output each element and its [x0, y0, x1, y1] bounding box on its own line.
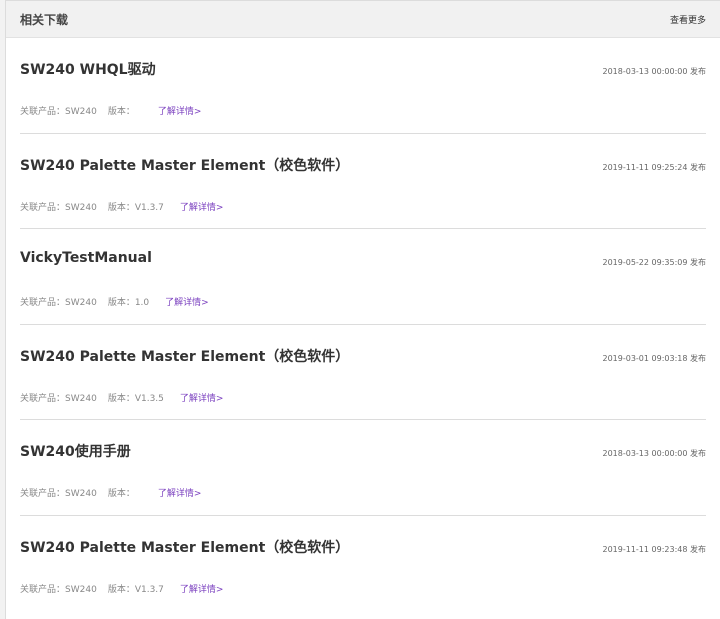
download-title[interactable]: VickyTestManual — [20, 250, 152, 266]
publish-date: 2019-11-11 09:25:24 发布 — [602, 162, 706, 173]
product-value: SW240 — [65, 298, 97, 308]
detail-link[interactable]: 了解详情> — [165, 295, 209, 308]
product-value: SW240 — [65, 584, 97, 595]
download-item: SW240使用手册 2018-03-13 00:00:00 发布 关联产品： S… — [20, 420, 706, 516]
product-prefix: 关联产品： — [20, 584, 66, 595]
publish-date: 2019-03-01 09:03:18 发布 — [602, 353, 706, 364]
version-prefix: 版本： — [107, 298, 135, 308]
download-meta: 关联产品： SW240 版本： 了解详情> — [20, 486, 201, 499]
publish-suffix: 发布 — [690, 67, 706, 76]
related-downloads-panel: 相关下载 查看更多 SW240 WHQL驱动 2018-03-13 00:00:… — [5, 0, 720, 619]
panel-title: 相关下载 — [20, 12, 69, 27]
view-more-link[interactable]: 查看更多 — [670, 13, 706, 26]
product-value: SW240 — [65, 393, 97, 404]
publish-suffix: 发布 — [690, 258, 706, 267]
version-value: V1.3.5 — [134, 393, 164, 404]
publish-suffix: 发布 — [690, 162, 706, 172]
download-item: SW240 WHQL驱动 2018-03-13 00:00:00 发布 关联产品… — [20, 38, 706, 134]
publish-suffix: 发布 — [690, 544, 706, 554]
detail-link[interactable]: 了解详情> — [180, 200, 224, 213]
download-meta: 关联产品： SW240 版本： V1.3.7 了解详情> — [20, 200, 223, 213]
product-prefix: 关联产品： — [20, 107, 66, 117]
version-prefix: 版本： — [107, 393, 135, 404]
publish-date-value: 2019-03-01 09:03:18 — [602, 353, 690, 363]
publish-date: 2019-05-22 09:35:09 发布 — [602, 257, 706, 268]
publish-date-value: 2019-05-22 09:35:09 — [602, 258, 690, 267]
detail-link[interactable]: 了解详情> — [158, 104, 202, 117]
download-item: VickyTestManual 2019-05-22 09:35:09 发布 关… — [20, 229, 706, 325]
product-prefix: 关联产品： — [20, 489, 66, 499]
publish-date-value: 2018-03-13 00:00:00 — [602, 67, 690, 76]
detail-link[interactable]: 了解详情> — [158, 486, 202, 499]
publish-suffix: 发布 — [690, 449, 706, 458]
product-prefix: 关联产品： — [20, 202, 66, 213]
detail-link[interactable]: 了解详情> — [180, 582, 224, 595]
publish-date-value: 2018-03-13 00:00:00 — [602, 449, 690, 458]
version-prefix: 版本： — [107, 202, 135, 213]
version-prefix: 版本： — [107, 489, 135, 499]
version-value: V1.3.7 — [134, 584, 164, 595]
version-prefix: 版本： — [107, 584, 135, 595]
download-item: SW240 Palette Master Element（校色软件） 2019-… — [20, 134, 706, 229]
publish-date: 2018-03-13 00:00:00 发布 — [602, 448, 706, 459]
version-value: V1.3.7 — [134, 202, 164, 213]
publish-date: 2019-11-11 09:23:48 发布 — [602, 544, 706, 555]
product-value: SW240 — [65, 489, 97, 499]
download-item: SW240 Palette Master Element（校色软件） 2019-… — [20, 516, 706, 612]
publish-date-value: 2019-11-11 09:23:48 — [602, 544, 690, 554]
download-meta: 关联产品： SW240 版本： 1.0 了解详情> — [20, 295, 209, 308]
download-item: SW240 Palette Master Element（校色软件） 2019-… — [20, 325, 706, 420]
version-value: 1.0 — [134, 298, 150, 308]
download-title[interactable]: SW240 Palette Master Element（校色软件） — [20, 155, 349, 175]
detail-link[interactable]: 了解详情> — [180, 391, 224, 404]
publish-date-value: 2019-11-11 09:25:24 — [602, 162, 690, 172]
download-title[interactable]: SW240使用手册 — [20, 441, 131, 461]
download-title[interactable]: SW240 Palette Master Element（校色软件） — [20, 537, 349, 557]
download-title[interactable]: SW240 WHQL驱动 — [20, 59, 156, 79]
publish-date: 2018-03-13 00:00:00 发布 — [602, 66, 706, 77]
product-value: SW240 — [65, 107, 97, 117]
product-prefix: 关联产品： — [20, 393, 66, 404]
product-prefix: 关联产品： — [20, 298, 66, 308]
download-meta: 关联产品： SW240 版本： V1.3.5 了解详情> — [20, 391, 223, 404]
download-title[interactable]: SW240 Palette Master Element（校色软件） — [20, 346, 349, 366]
downloads-list: SW240 WHQL驱动 2018-03-13 00:00:00 发布 关联产品… — [6, 38, 720, 611]
download-meta: 关联产品： SW240 版本： 了解详情> — [20, 104, 201, 117]
panel-header: 相关下载 查看更多 — [6, 1, 720, 38]
product-value: SW240 — [65, 202, 97, 213]
version-prefix: 版本： — [107, 107, 135, 117]
download-meta: 关联产品： SW240 版本： V1.3.7 了解详情> — [20, 582, 223, 595]
publish-suffix: 发布 — [690, 353, 706, 363]
